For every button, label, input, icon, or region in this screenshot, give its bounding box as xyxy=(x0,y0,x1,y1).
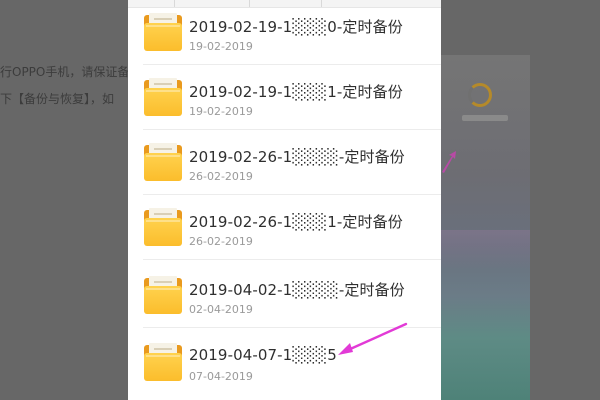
list-item[interactable]: 2019-02-26-1░░░░-定时备份 26-02-2019 xyxy=(128,130,441,195)
folder-icon xyxy=(144,208,182,246)
file-name: 2019-02-26-1░░░░-定时备份 xyxy=(189,148,405,166)
folder-icon xyxy=(144,276,182,314)
folder-icon xyxy=(144,343,182,381)
folder-icon xyxy=(144,78,182,116)
file-date: 19-02-2019 xyxy=(189,105,253,118)
list-item[interactable]: 2019-02-19-1░░░0-定时备份 19-02-2019 xyxy=(128,0,441,65)
file-name: 2019-04-07-1░░░5 xyxy=(189,346,337,364)
file-date: 07-04-2019 xyxy=(189,370,253,383)
list-item[interactable]: 2019-04-02-1░░░░-定时备份 02-04-2019 xyxy=(128,263,441,328)
folder-icon xyxy=(144,143,182,181)
file-date: 26-02-2019 xyxy=(189,235,253,248)
loading-ring-icon xyxy=(468,83,492,107)
file-date: 26-02-2019 xyxy=(189,170,253,183)
file-name: 2019-04-02-1░░░░-定时备份 xyxy=(189,281,405,299)
list-item[interactable]: 2019-02-19-1░░░1-定时备份 19-02-2019 xyxy=(128,65,441,130)
background-text-line: 下【备份与恢复】，如 xyxy=(0,92,115,106)
file-date: 19-02-2019 xyxy=(189,40,253,53)
background-phone-preview xyxy=(440,55,530,400)
file-name: 2019-02-19-1░░░0-定时备份 xyxy=(189,18,403,36)
pink-pointer-arrow-icon xyxy=(338,322,408,355)
file-name: 2019-02-26-1░░░1-定时备份 xyxy=(189,213,403,231)
list-item[interactable]: 2019-02-26-1░░░1-定时备份 26-02-2019 xyxy=(128,195,441,260)
background-arrow-icon xyxy=(442,151,456,173)
background-wave xyxy=(440,230,530,270)
file-date: 02-04-2019 xyxy=(189,303,253,316)
background-text-line: 行OPPO手机，请保证备 xyxy=(0,65,130,79)
file-name: 2019-02-19-1░░░1-定时备份 xyxy=(189,83,403,101)
folder-icon xyxy=(144,13,182,51)
background-bar xyxy=(462,115,508,121)
